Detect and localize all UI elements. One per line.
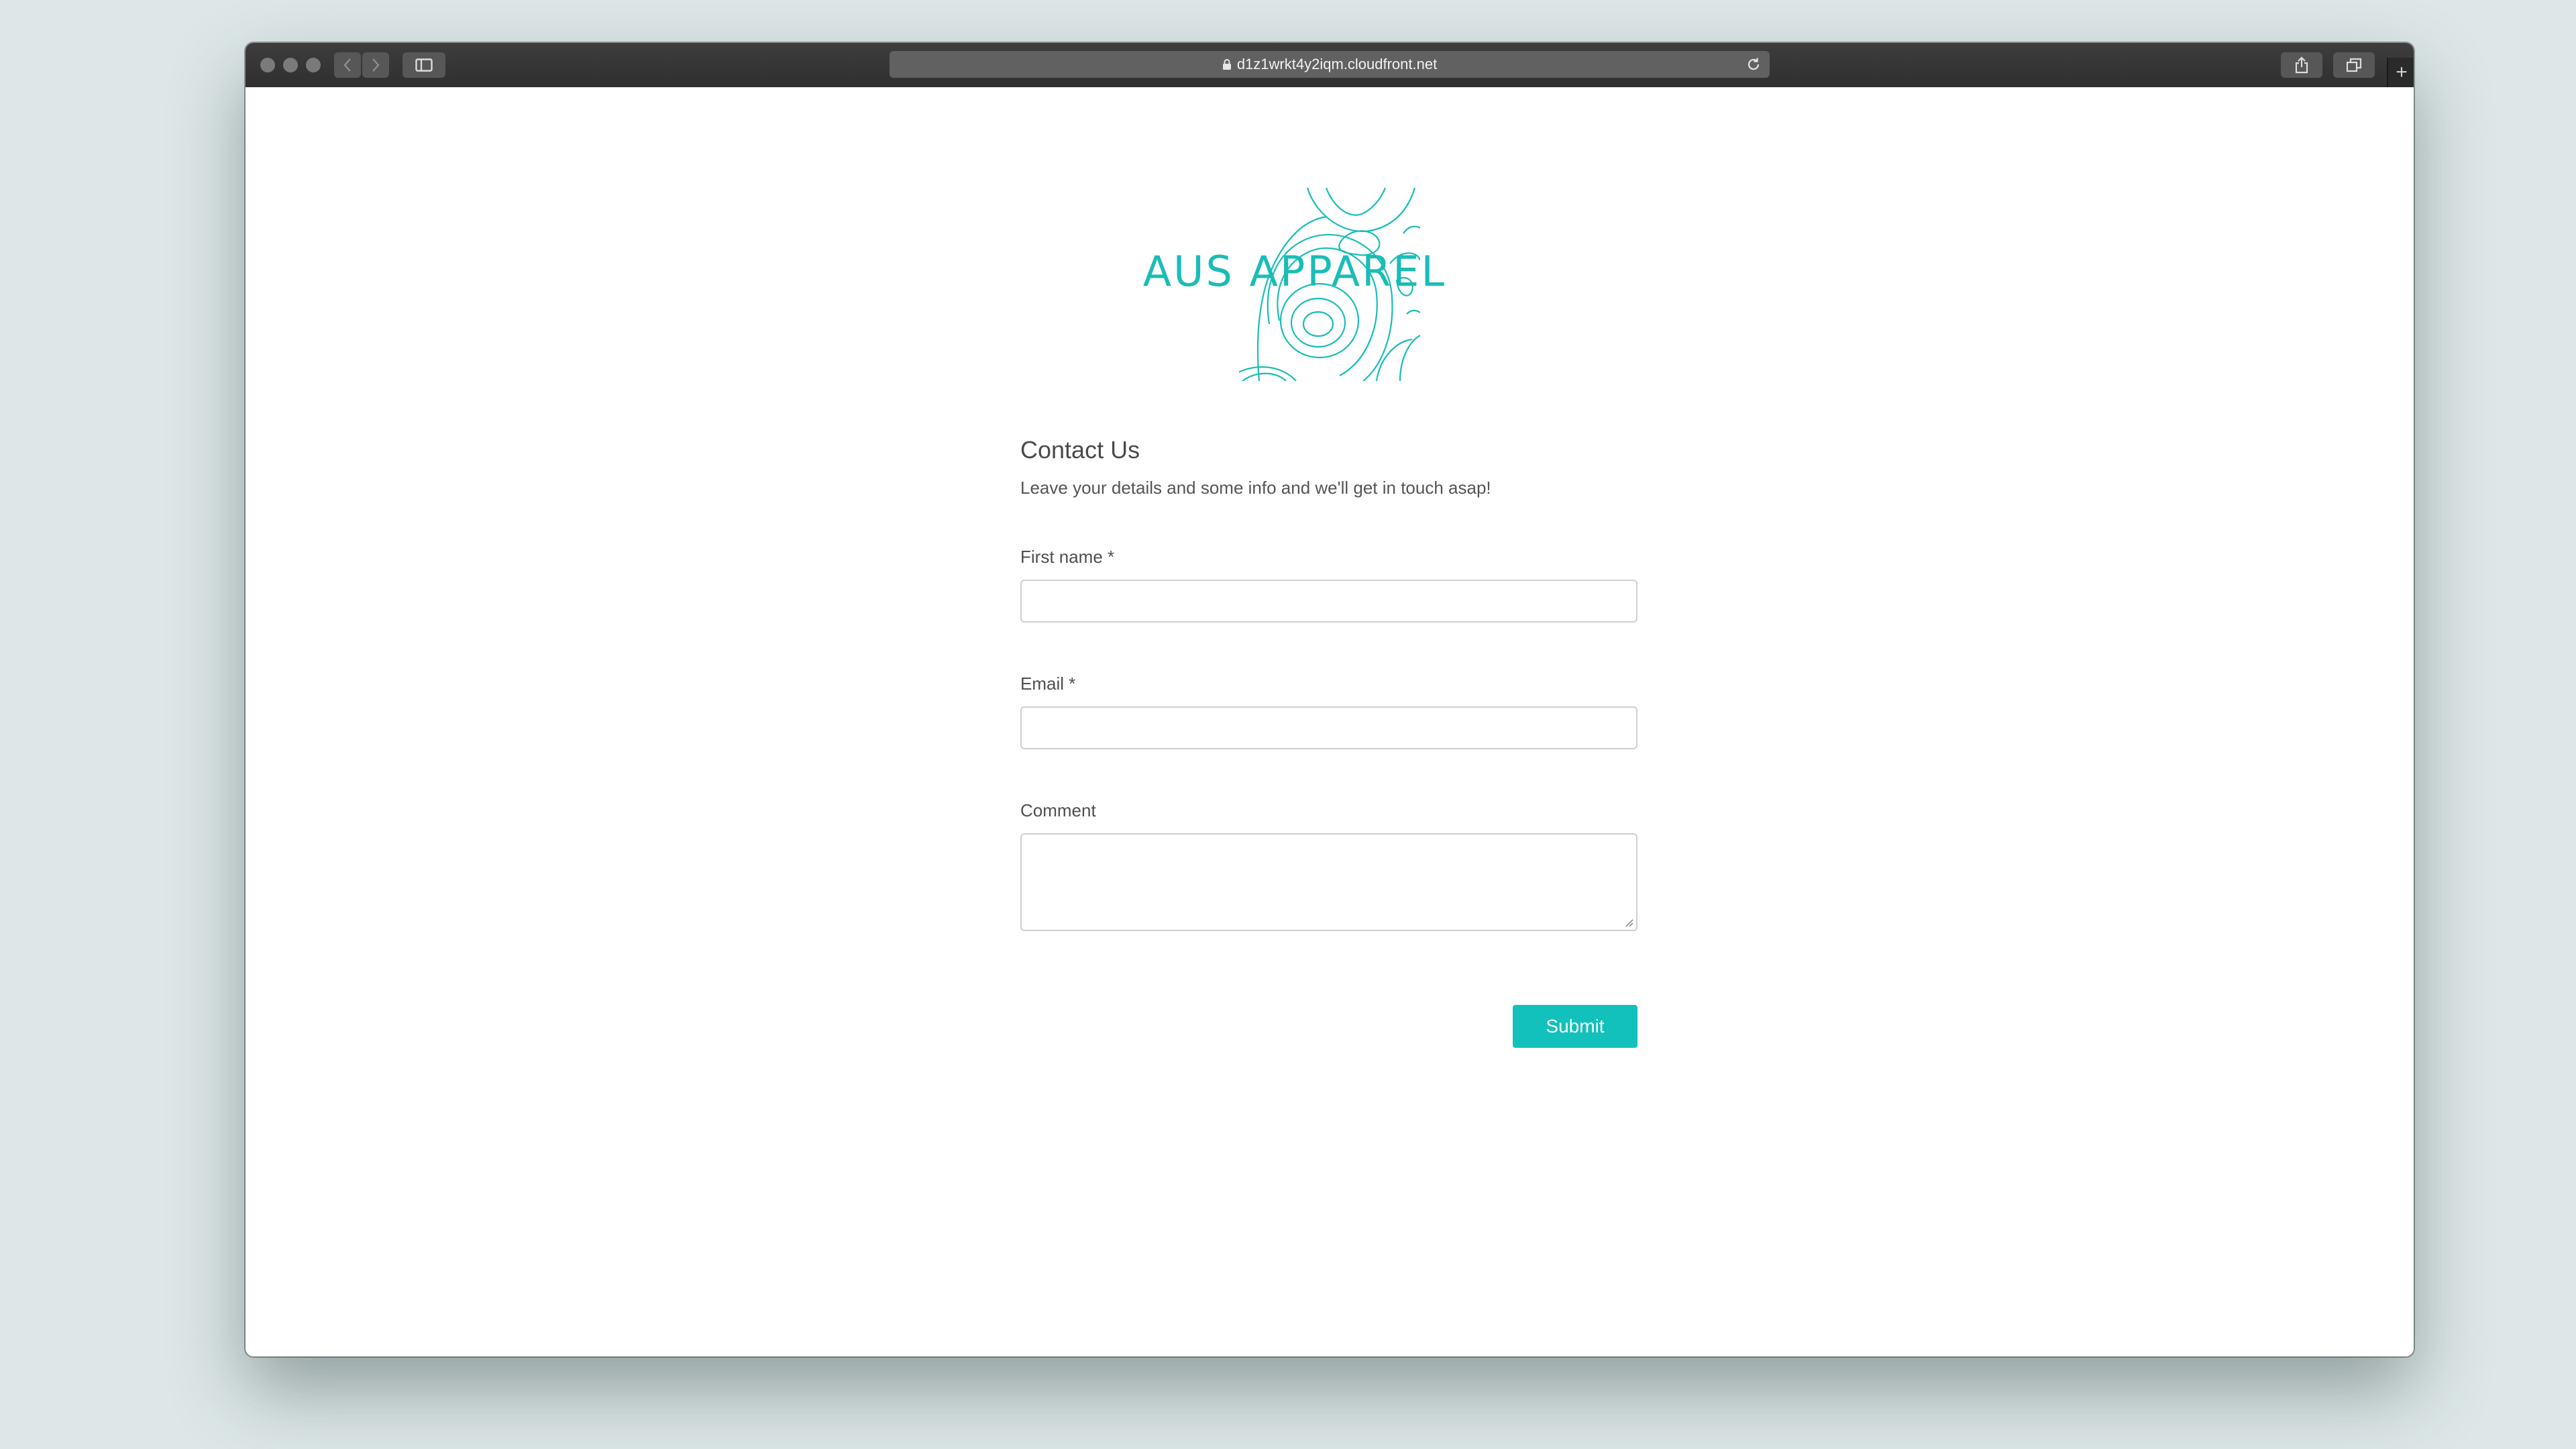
share-button[interactable] (2281, 52, 2322, 78)
show-tabs-button[interactable] (2333, 52, 2375, 78)
submit-button[interactable]: Submit (1513, 1005, 1638, 1048)
browser-window: d1z1wrkt4y2iqm.cloudfront.net + AUS APPA… (246, 43, 2414, 1356)
minimize-window-button[interactable] (283, 58, 298, 72)
topographic-lines-icon (1239, 187, 1420, 381)
share-icon (2295, 56, 2308, 74)
url-text: d1z1wrkt4y2iqm.cloudfront.net (1236, 56, 1438, 72)
sidebar-toggle-button[interactable] (402, 52, 445, 78)
first-name-input[interactable] (1020, 580, 1638, 623)
chevron-left-icon (343, 58, 351, 72)
first-name-label: First name * (1020, 547, 1115, 567)
sidebar-icon (415, 58, 433, 72)
address-bar[interactable]: d1z1wrkt4y2iqm.cloudfront.net (890, 51, 1770, 78)
browser-toolbar: d1z1wrkt4y2iqm.cloudfront.net + (246, 43, 2414, 89)
comment-textarea[interactable] (1020, 833, 1638, 931)
lock-icon (1222, 58, 1232, 70)
reload-icon[interactable] (1746, 56, 1762, 76)
brand-header: AUS APPAREL (1020, 186, 1638, 381)
back-button[interactable] (334, 52, 361, 78)
form-subtitle: Leave your details and some info and we'… (1020, 478, 1491, 498)
form-title: Contact Us (1020, 436, 1140, 464)
plus-icon: + (2396, 61, 2408, 83)
tabs-overview-icon (2346, 58, 2362, 72)
contact-form: Contact Us Leave your details and some i… (1020, 436, 1638, 931)
email-input[interactable] (1020, 706, 1638, 749)
new-tab-button[interactable]: + (2387, 58, 2414, 87)
resize-grip-icon[interactable] (1624, 918, 1633, 927)
page-content: AUS APPAREL Contact Us Leave your detail… (246, 87, 2414, 1356)
first-name-group: First name * (1020, 547, 1638, 623)
comment-label: Comment (1020, 800, 1096, 820)
forward-button[interactable] (362, 52, 389, 78)
zoom-window-button[interactable] (306, 58, 321, 72)
email-label: Email * (1020, 674, 1076, 694)
comment-group: Comment (1020, 800, 1638, 931)
email-group: Email * (1020, 674, 1638, 749)
close-window-button[interactable] (260, 58, 275, 72)
chevron-right-icon (372, 58, 380, 72)
